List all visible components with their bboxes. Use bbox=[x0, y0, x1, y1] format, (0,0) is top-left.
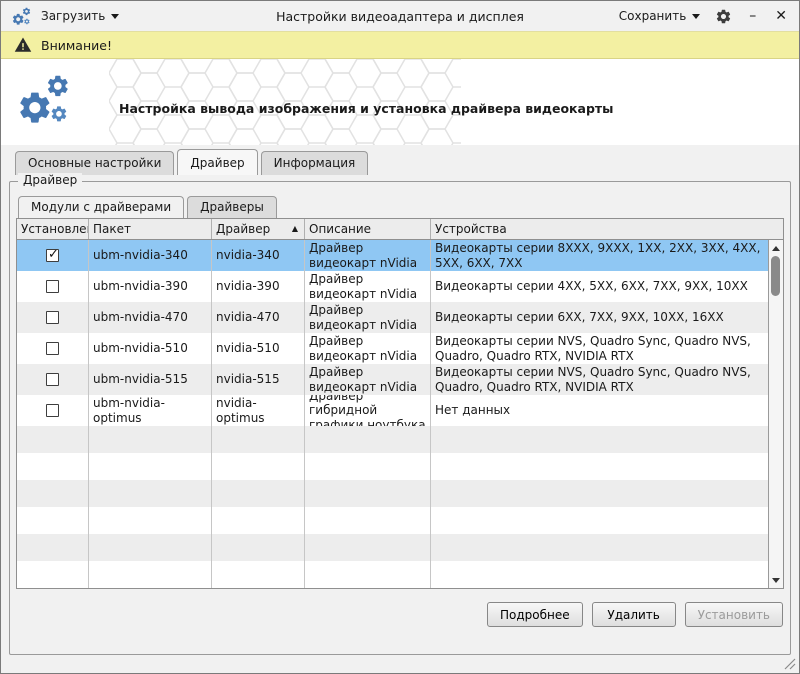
tab-driver[interactable]: Драйвер bbox=[177, 149, 257, 175]
details-button[interactable]: Подробнее bbox=[487, 602, 583, 627]
cell-package: ubm-nvidia-optimus bbox=[89, 395, 212, 426]
cell-devices: Видеокарты серии 8XXX, 9XXX, 1XX, 2XX, 3… bbox=[431, 240, 768, 271]
chevron-down-icon bbox=[111, 14, 119, 19]
cell-package: ubm-nvidia-340 bbox=[89, 240, 212, 271]
cell-devices: Видеокарты серии 6XX, 7XX, 9XX, 10XX, 16… bbox=[431, 302, 768, 333]
cell-description: Драйвер видеокарт nVidia bbox=[305, 333, 431, 364]
cell-description: Драйвер видеокарт nVidia bbox=[305, 271, 431, 302]
cell-description: Драйвер видеокарт nVidia bbox=[305, 302, 431, 333]
cell-description: Драйвер видеокарт nVidia bbox=[305, 364, 431, 395]
table-row[interactable]: ubm-nvidia-470 nvidia-470 Драйвер видеок… bbox=[17, 302, 768, 333]
column-header-package[interactable]: Пакет bbox=[89, 219, 212, 239]
installed-checkbox[interactable] bbox=[46, 249, 59, 262]
scroll-down-button[interactable] bbox=[769, 573, 783, 587]
installed-checkbox[interactable] bbox=[46, 373, 59, 386]
cell-driver: nvidia-470 bbox=[212, 302, 305, 333]
tab-label: Основные настройки bbox=[28, 156, 161, 170]
cell-package: ubm-nvidia-510 bbox=[89, 333, 212, 364]
close-button[interactable]: ✕ bbox=[773, 9, 789, 23]
installed-checkbox[interactable] bbox=[46, 342, 59, 355]
cell-package: ubm-nvidia-390 bbox=[89, 271, 212, 302]
driver-groupbox: Драйвер Модули с драйверами Драйверы Уст… bbox=[9, 181, 791, 655]
window-title: Настройки видеоадаптера и дисплея bbox=[121, 9, 679, 24]
cell-description: Драйвер видеокарт nVidia bbox=[305, 240, 431, 271]
save-menu-label: Сохранить bbox=[619, 9, 687, 23]
load-menu-button[interactable]: Загрузить bbox=[41, 9, 119, 23]
warning-triangle-icon bbox=[14, 36, 32, 54]
table-body: ubm-nvidia-340 nvidia-340 Драйвер видеок… bbox=[17, 240, 768, 588]
table-row-empty bbox=[17, 507, 768, 534]
cell-driver: nvidia-390 bbox=[212, 271, 305, 302]
warning-banner: Внимание! bbox=[1, 31, 799, 59]
table-row-empty bbox=[17, 480, 768, 507]
cell-description: Драйвер гибридной графики ноутбука bbox=[305, 395, 431, 426]
cell-driver: nvidia-510 bbox=[212, 333, 305, 364]
column-header-driver[interactable]: Драйвер ▲ bbox=[212, 219, 305, 239]
load-menu-label: Загрузить bbox=[41, 9, 105, 23]
settings-gear-icon[interactable] bbox=[715, 8, 732, 25]
table-row[interactable]: ubm-nvidia-optimus nvidia-optimus Драйве… bbox=[17, 395, 768, 426]
save-menu-button[interactable]: Сохранить bbox=[619, 9, 701, 23]
cell-driver: nvidia-515 bbox=[212, 364, 305, 395]
cell-driver: nvidia-optimus bbox=[212, 395, 305, 426]
page-subtitle: Настройка вывода изображения и установка… bbox=[119, 101, 613, 116]
tab-main-settings[interactable]: Основные настройки bbox=[15, 151, 174, 175]
page-header: Настройка вывода изображения и установка… bbox=[1, 59, 799, 145]
tab-label: Драйвер bbox=[190, 156, 244, 170]
table-row-empty bbox=[17, 534, 768, 561]
subtab-label: Драйверы bbox=[200, 200, 264, 214]
cell-package: ubm-nvidia-470 bbox=[89, 302, 212, 333]
status-bar bbox=[1, 653, 799, 673]
chevron-down-icon bbox=[692, 14, 700, 19]
cell-devices: Видеокарты серии 4XX, 5XX, 6XX, 7XX, 9XX… bbox=[431, 271, 768, 302]
table-row-empty bbox=[17, 426, 768, 453]
scroll-up-button[interactable] bbox=[769, 241, 783, 255]
tab-information[interactable]: Информация bbox=[261, 151, 369, 175]
vertical-scrollbar[interactable] bbox=[768, 240, 783, 588]
delete-button[interactable]: Удалить bbox=[592, 602, 676, 627]
main-tabbar: Основные настройки Драйвер Информация bbox=[15, 149, 799, 175]
titlebar: Загрузить Настройки видеоадаптера и дисп… bbox=[1, 1, 799, 31]
gears-illustration-icon bbox=[15, 71, 73, 129]
sort-ascending-icon: ▲ bbox=[292, 225, 300, 233]
app-gears-icon bbox=[11, 6, 32, 27]
triangle-down-icon bbox=[772, 578, 780, 583]
triangle-up-icon bbox=[772, 246, 780, 251]
column-header-devices[interactable]: Устройства bbox=[431, 219, 783, 239]
column-header-installed[interactable]: Установлен bbox=[17, 219, 89, 239]
table-row-empty bbox=[17, 561, 768, 588]
table-row-empty bbox=[17, 453, 768, 480]
table-row[interactable]: ubm-nvidia-390 nvidia-390 Драйвер видеок… bbox=[17, 271, 768, 302]
subtab-label: Модули с драйверами bbox=[31, 200, 171, 214]
table-header: Установлен Пакет Драйвер ▲ Описание Устр… bbox=[17, 219, 783, 240]
installed-checkbox[interactable] bbox=[46, 280, 59, 293]
subtab-driver-modules[interactable]: Модули с драйверами bbox=[18, 196, 184, 218]
cell-devices: Видеокарты серии NVS, Quadro Sync, Quadr… bbox=[431, 364, 768, 395]
resize-grip[interactable] bbox=[784, 658, 796, 670]
action-button-row: Подробнее Удалить Установить bbox=[16, 602, 784, 627]
cell-driver: nvidia-340 bbox=[212, 240, 305, 271]
cell-devices: Нет данных bbox=[431, 395, 768, 426]
table-row[interactable]: ubm-nvidia-515 nvidia-515 Драйвер видеок… bbox=[17, 364, 768, 395]
subtab-drivers[interactable]: Драйверы bbox=[187, 196, 277, 218]
driver-subtabbar: Модули с драйверами Драйверы bbox=[18, 196, 784, 218]
scrollbar-thumb[interactable] bbox=[771, 256, 780, 296]
cell-devices: Видеокарты серии NVS, Quadro Sync, Quadr… bbox=[431, 333, 768, 364]
warning-text: Внимание! bbox=[41, 38, 112, 53]
install-button[interactable]: Установить bbox=[685, 602, 783, 627]
groupbox-legend: Драйвер bbox=[18, 173, 82, 187]
driver-modules-table: Установлен Пакет Драйвер ▲ Описание Устр… bbox=[16, 218, 784, 589]
installed-checkbox[interactable] bbox=[46, 404, 59, 417]
table-row[interactable]: ubm-nvidia-340 nvidia-340 Драйвер видеок… bbox=[17, 240, 768, 271]
column-header-description[interactable]: Описание bbox=[305, 219, 431, 239]
tab-label: Информация bbox=[274, 156, 356, 170]
minimize-button[interactable]: – bbox=[747, 9, 758, 23]
table-row[interactable]: ubm-nvidia-510 nvidia-510 Драйвер видеок… bbox=[17, 333, 768, 364]
installed-checkbox[interactable] bbox=[46, 311, 59, 324]
app-window: Загрузить Настройки видеоадаптера и дисп… bbox=[0, 0, 800, 674]
cell-package: ubm-nvidia-515 bbox=[89, 364, 212, 395]
